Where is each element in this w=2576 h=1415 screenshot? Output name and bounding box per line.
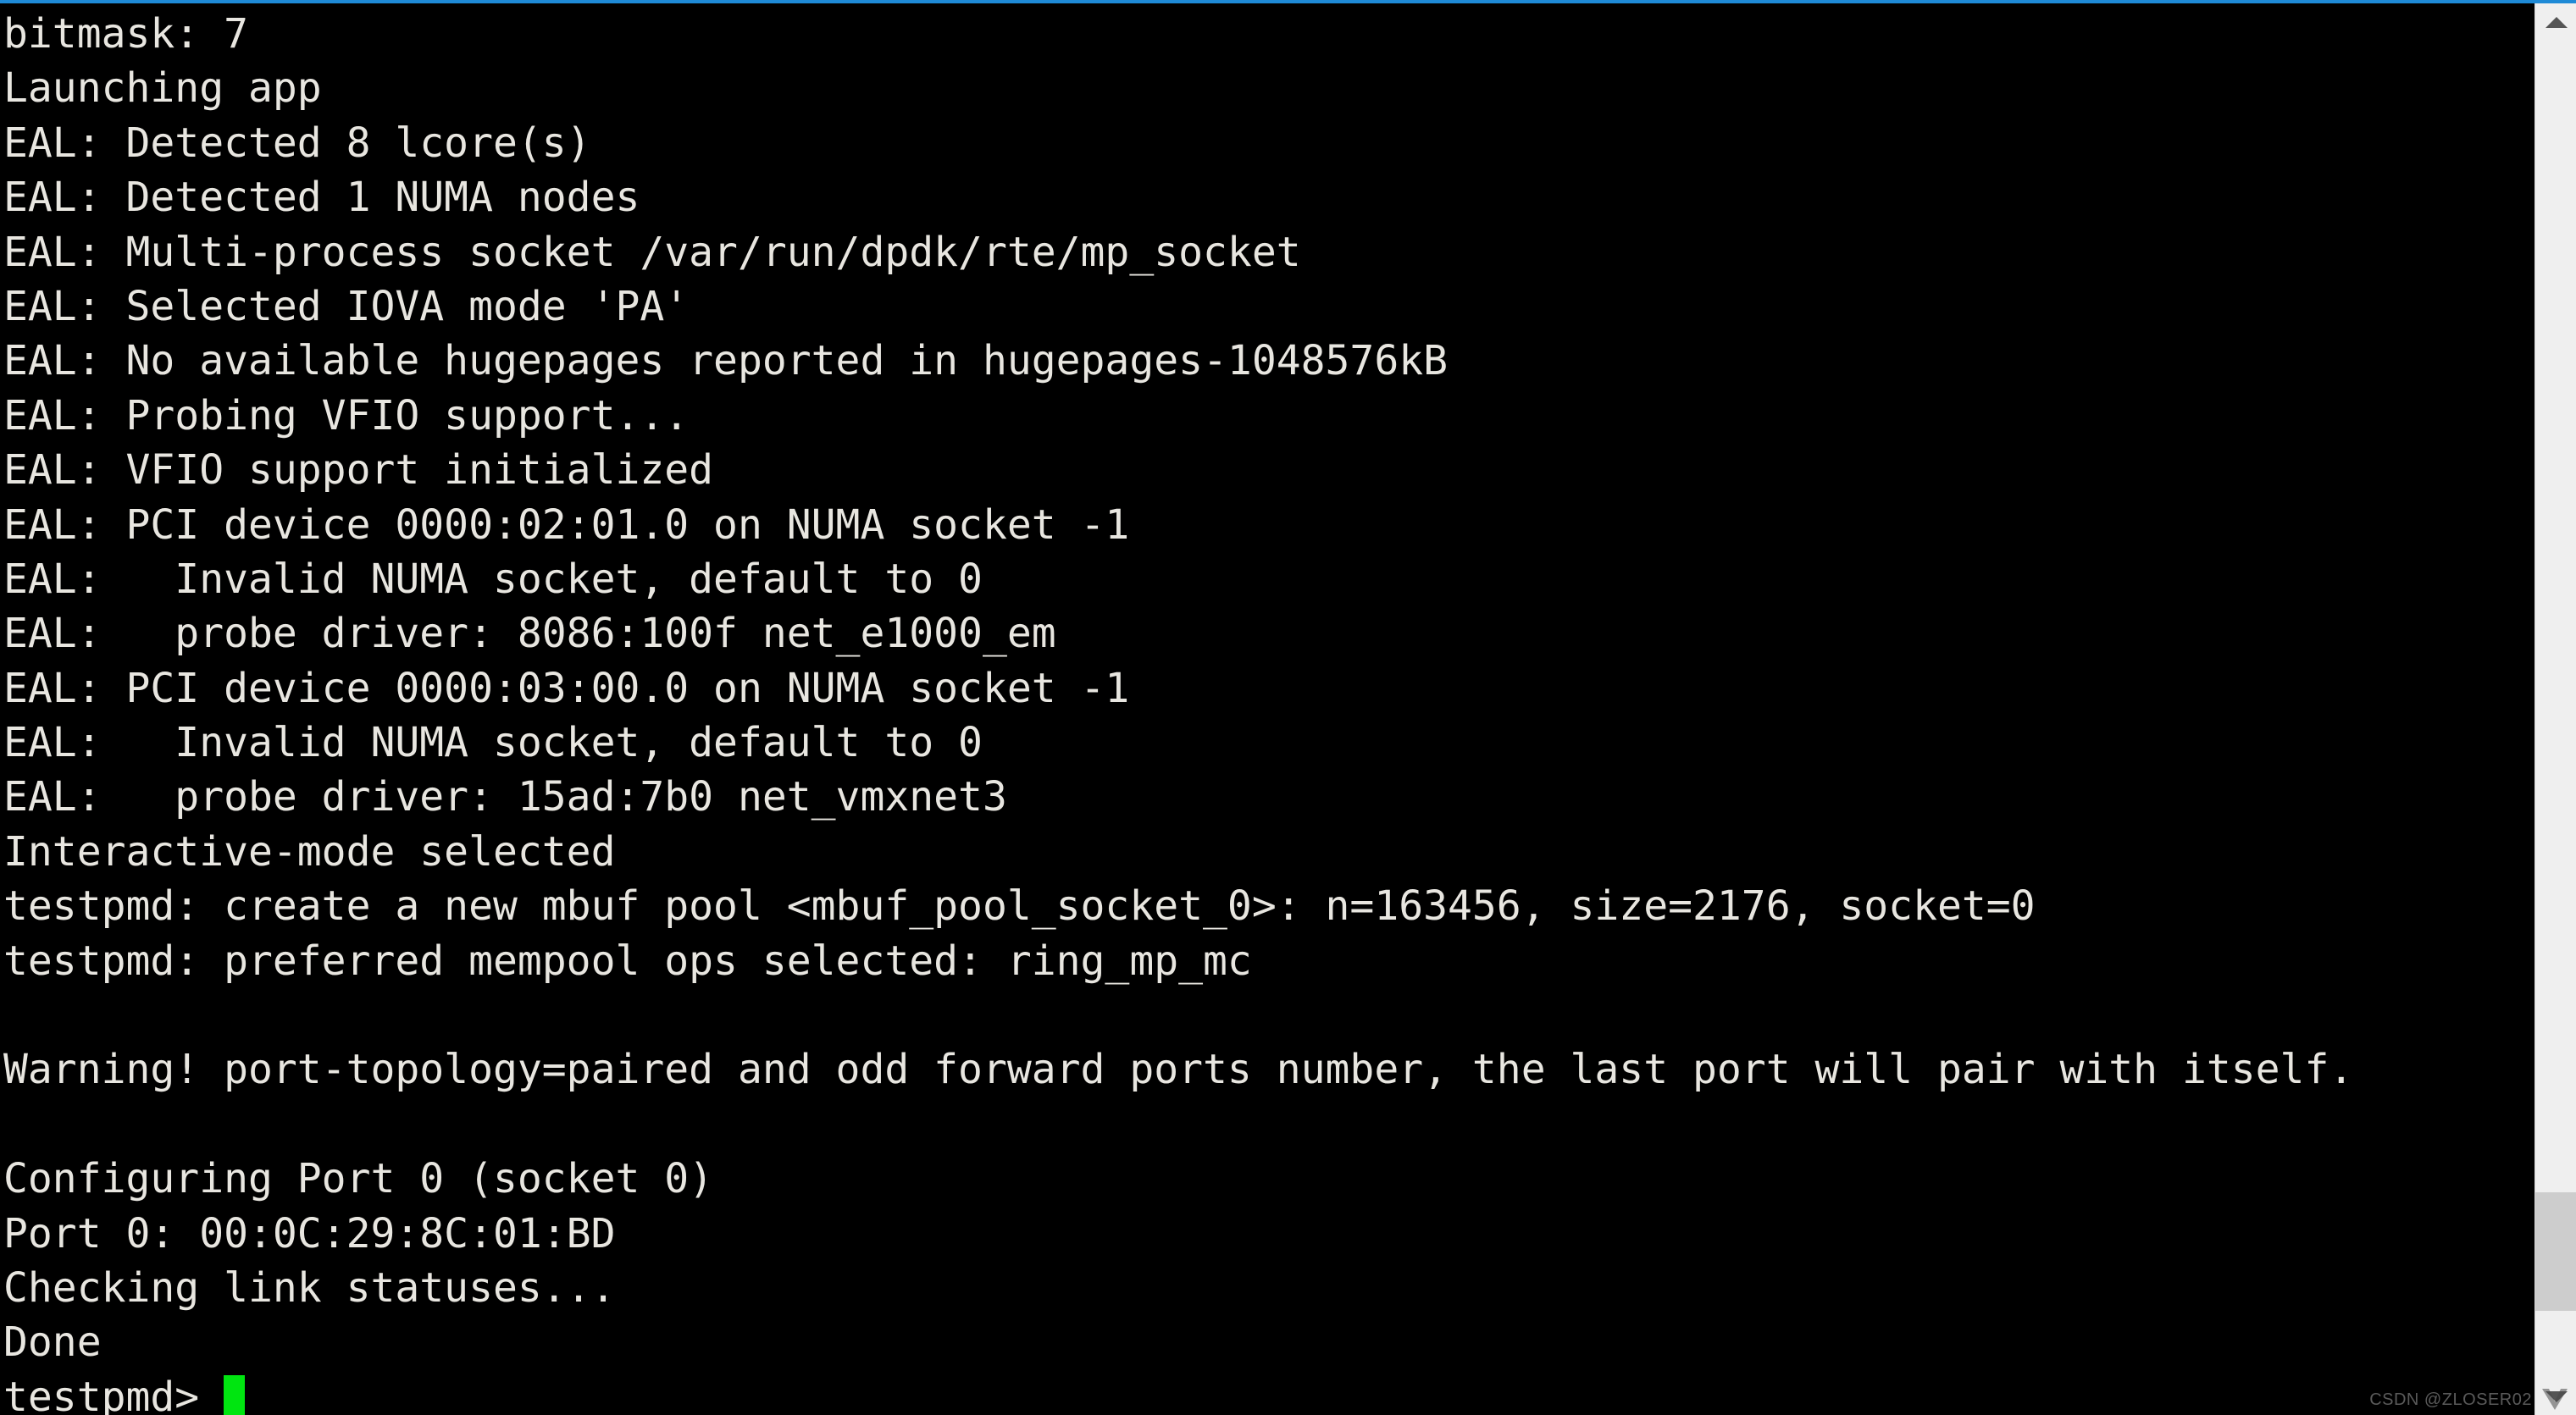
- terminal-line: Launching app: [3, 64, 322, 113]
- terminal-line: EAL: Invalid NUMA socket, default to 0: [3, 555, 983, 603]
- terminal-line: EAL: Probing VFIO support...: [3, 391, 690, 439]
- terminal-line: EAL: Detected 1 NUMA nodes: [3, 174, 640, 222]
- terminal-line: Interactive-mode selected: [3, 827, 616, 876]
- terminal-line-warning: Warning! port-topology=paired and odd fo…: [3, 1046, 2354, 1094]
- command-prompt-line[interactable]: testpmd>: [3, 1370, 2534, 1415]
- terminal-line: EAL: Multi-process socket /var/run/dpdk/…: [3, 228, 1301, 276]
- terminal-output-area[interactable]: bitmask: 7 Launching app EAL: Detected 8…: [0, 3, 2534, 1415]
- scrollbar-thumb[interactable]: [2535, 1192, 2576, 1311]
- scroll-up-button[interactable]: [2535, 3, 2576, 41]
- terminal-line: EAL: Invalid NUMA socket, default to 0: [3, 719, 983, 767]
- terminal-line: Port 0: 00:0C:29:8C:01:BD: [3, 1209, 616, 1257]
- terminal-window: bitmask: 7 Launching app EAL: Detected 8…: [0, 0, 2576, 1415]
- terminal-line: EAL: PCI device 0000:03:00.0 on NUMA soc…: [3, 664, 1130, 712]
- terminal-line: EAL: PCI device 0000:02:01.0 on NUMA soc…: [3, 500, 1130, 549]
- terminal-line: EAL: Detected 8 lcore(s): [3, 119, 591, 167]
- terminal-line: Checking link statuses...: [3, 1263, 616, 1312]
- terminal-line: testpmd: preferred mempool ops selected:…: [3, 937, 1252, 985]
- watermark-text: CSDN @ZLOSER02: [2369, 1390, 2532, 1409]
- terminal-line: Done: [3, 1318, 102, 1367]
- terminal-line: EAL: probe driver: 15ad:7b0 net_vmxnet3: [3, 773, 1007, 821]
- terminal-line: EAL: No available hugepages reported in …: [3, 337, 1449, 385]
- terminal-line: EAL: Selected IOVA mode 'PA': [3, 282, 690, 330]
- chevron-up-icon: [2545, 16, 2568, 28]
- terminal-line: Configuring Port 0 (socket 0): [3, 1155, 714, 1203]
- terminal-line: bitmask: 7: [3, 10, 248, 58]
- terminal-line: testpmd: create a new mbuf pool <mbuf_po…: [3, 882, 2036, 931]
- csdn-logo-icon: [2542, 1389, 2568, 1410]
- prompt-label: testpmd>: [3, 1373, 224, 1415]
- vertical-scrollbar[interactable]: [2534, 3, 2576, 1415]
- terminal-line: EAL: VFIO support initialized: [3, 446, 714, 495]
- text-cursor: [224, 1374, 246, 1415]
- terminal-line: EAL: probe driver: 8086:100f net_e1000_e…: [3, 610, 1056, 658]
